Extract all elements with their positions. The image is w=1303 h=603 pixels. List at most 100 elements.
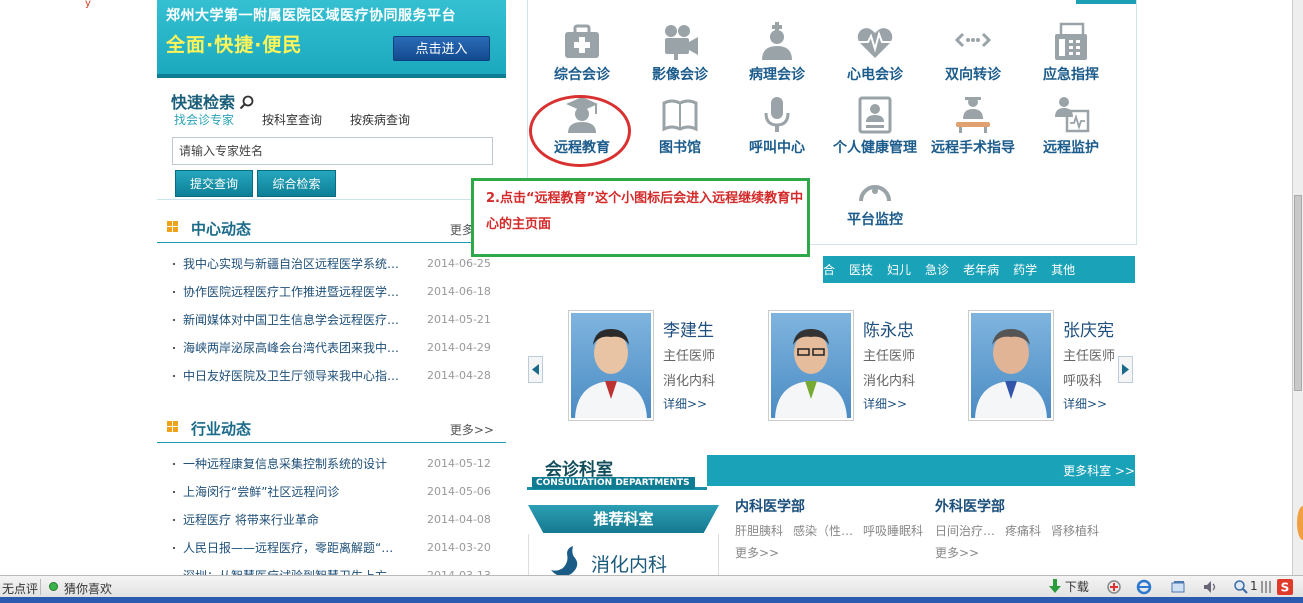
zoom-icon[interactable] xyxy=(1233,579,1249,595)
recommended-department-name[interactable]: 消化内科 xyxy=(591,550,667,577)
news-title[interactable]: 远程医疗 将带来行业革命 xyxy=(183,506,405,534)
list-item[interactable]: 协作医院远程医疗工作推进暨远程医学会议 2014-06-18 xyxy=(157,278,506,306)
news-title[interactable]: 一种远程康复信息采集控制系统的设计 xyxy=(183,450,405,478)
filter-tab[interactable]: 急诊 xyxy=(925,261,949,278)
status-left-text[interactable]: 无点评 xyxy=(2,580,38,597)
service-imaging-consult[interactable]: 影像会诊 xyxy=(631,22,729,84)
speaker-icon[interactable] xyxy=(1202,579,1218,595)
doctor-detail-link[interactable]: 详细>> xyxy=(1063,395,1107,412)
service-platform-monitoring[interactable]: 平台监控 xyxy=(826,167,924,229)
platform-banner[interactable]: 郑州大学第一附属医院区域医疗协同服务平台 全面·快捷·便民 点击进入 xyxy=(157,0,506,78)
service-personal-health[interactable]: 个人健康管理 xyxy=(826,95,924,157)
industry-news-title: 行业动态 xyxy=(191,420,252,438)
doctor-card[interactable]: 陈永忠 主任医师 消化内科 详细>> xyxy=(768,310,943,422)
doctor-detail-link[interactable]: 详细>> xyxy=(663,395,707,412)
department-column-surgical: 外科医学部 日间治疗… 疼痛科 肾移植科 更多>> xyxy=(935,496,1135,561)
doctor-card[interactable]: 李建生 主任医师 消化内科 详细>> xyxy=(568,310,743,422)
doctor-photo[interactable] xyxy=(568,310,654,421)
department-column-internal: 内科医学部 肝胆胰科 感染（性… 呼吸睡眠科 更多>> xyxy=(735,496,935,561)
center-news-list: 我中心实现与新疆自治区远程医学系统互联 2014-06-25 协作医院远程医疗工作… xyxy=(157,250,506,390)
enter-button[interactable]: 点击进入 xyxy=(393,36,490,61)
doctor-name[interactable]: 陈永忠 xyxy=(863,316,914,341)
department-group-more-link[interactable]: 更多>> xyxy=(935,544,1135,561)
download-arrow-icon xyxy=(1049,579,1061,593)
service-label: 心电会诊 xyxy=(847,67,903,83)
department-group-more-link[interactable]: 更多>> xyxy=(735,544,935,561)
service-ecg-consult[interactable]: 心电会诊 xyxy=(826,22,924,84)
department-link[interactable]: 肾移植科 xyxy=(1051,524,1099,538)
news-title[interactable]: 上海闵行“尝鲜”社区远程问诊 xyxy=(183,478,405,506)
service-comprehensive-consult[interactable]: 综合会诊 xyxy=(533,22,631,84)
service-call-center[interactable]: 呼叫中心 xyxy=(728,95,826,157)
news-title[interactable]: 我中心实现与新疆自治区远程医学系统互联 xyxy=(183,250,405,278)
doctor-photo[interactable] xyxy=(768,310,854,421)
list-item[interactable]: 中日友好医院及卫生厅领导来我中心指导工作 2014-04-28 xyxy=(157,362,506,390)
list-item[interactable]: 上海闵行“尝鲜”社区远程问诊 2014-05-06 xyxy=(157,478,506,506)
quick-search-title-text: 快速检索 xyxy=(171,93,236,112)
service-remote-monitoring[interactable]: 远程监护 xyxy=(1022,95,1120,157)
list-item[interactable]: 我中心实现与新疆自治区远程医学系统互联 2014-06-25 xyxy=(157,250,506,278)
tab-find-expert[interactable]: 找会诊专家 xyxy=(174,111,234,128)
list-item[interactable]: 人民日报——远程医疗，零距离解题“看病难” 2014-03-20 xyxy=(157,534,506,562)
department-group-title[interactable]: 外科医学部 xyxy=(935,496,1135,516)
department-link[interactable]: 感染（性… xyxy=(793,524,853,538)
doctor-name[interactable]: 李建生 xyxy=(663,316,714,341)
scrollbar-thumb[interactable] xyxy=(1294,195,1302,391)
department-link[interactable]: 疼痛科 xyxy=(1005,524,1041,538)
department-link[interactable]: 日间治疗… xyxy=(935,524,995,538)
list-item[interactable]: 海峡两岸泌尿高峰会台湾代表团来我中心参观 2014-04-29 xyxy=(157,334,506,362)
industry-news-more-link[interactable]: 更多>> xyxy=(450,421,494,438)
doctor-name[interactable]: 张庆宪 xyxy=(1063,316,1114,341)
list-item[interactable]: 一种远程康复信息采集控制系统的设计 2014-05-12 xyxy=(157,450,506,478)
news-title[interactable]: 人民日报——远程医疗，零距离解题“看病难” xyxy=(183,534,405,562)
doctor-detail-link[interactable]: 详细>> xyxy=(863,395,907,412)
department-group-title[interactable]: 内科医学部 xyxy=(735,496,935,516)
filter-tab[interactable]: 药学 xyxy=(1013,261,1037,278)
floating-widget-edge[interactable] xyxy=(1297,506,1303,540)
ie-browser-icon[interactable] xyxy=(1136,579,1152,595)
expert-name-input[interactable]: 请输入专家姓名 xyxy=(172,137,493,165)
department-link[interactable]: 呼吸睡眠科 xyxy=(863,524,923,538)
sogou-s-icon[interactable]: S xyxy=(1277,579,1293,595)
doctor-icon xyxy=(757,22,797,62)
departments-header-label: 会诊科室 CONSULTATION DEPARTMENTS xyxy=(527,454,707,490)
news-title[interactable]: 海峡两岸泌尿高峰会台湾代表团来我中心参观 xyxy=(183,334,405,362)
filter-tab[interactable]: 其他 xyxy=(1051,261,1075,278)
combined-search-button[interactable]: 综合检索 xyxy=(257,170,336,197)
submit-query-button[interactable]: 提交查询 xyxy=(175,170,253,197)
news-title[interactable]: 新闻媒体对中国卫生信息学会远程医疗会议 xyxy=(183,306,405,334)
doctor-card[interactable]: 张庆宪 主任医师 呼吸科 详细>> xyxy=(968,310,1143,422)
download-button[interactable]: 下载 xyxy=(1049,578,1089,595)
filter-tab[interactable]: 老年病 xyxy=(963,261,999,278)
zoom-level[interactable]: 1 xyxy=(1250,579,1258,593)
department-link[interactable]: 肝胆胰科 xyxy=(735,524,783,538)
filter-tab[interactable]: 医技 xyxy=(849,261,873,278)
browser-status-bar: 无点评 猜你喜欢 下载 1 S xyxy=(0,575,1303,597)
guess-you-like-link[interactable]: 猜你喜欢 xyxy=(64,580,112,597)
surgery-icon xyxy=(953,95,993,135)
recommended-departments-tab[interactable]: 推荐科室 xyxy=(528,505,719,533)
doctor-photo[interactable] xyxy=(968,310,1054,421)
tab-by-department[interactable]: 按科室查询 xyxy=(262,111,322,128)
more-departments-link[interactable]: 更多科室 >> xyxy=(1063,462,1135,479)
service-remote-surgery[interactable]: 远程手术指导 xyxy=(924,95,1022,157)
video-camera-icon xyxy=(660,22,700,62)
resize-grip-icon[interactable] xyxy=(1259,579,1273,595)
add-icon[interactable] xyxy=(1106,579,1122,595)
service-pathology-consult[interactable]: 病理会诊 xyxy=(728,22,826,84)
service-emergency-command[interactable]: 应急指挥 xyxy=(1022,22,1120,84)
window-icon[interactable] xyxy=(1170,579,1186,595)
tab-by-disease[interactable]: 按疾病查询 xyxy=(350,111,410,128)
service-label: 综合会诊 xyxy=(554,67,610,83)
filter-tab[interactable]: 合 xyxy=(823,261,835,278)
news-title[interactable]: 协作医院远程医疗工作推进暨远程医学会议 xyxy=(183,278,405,306)
filter-tab[interactable]: 妇儿 xyxy=(887,261,911,278)
carousel-prev-button[interactable] xyxy=(528,356,543,383)
news-date: 2014-04-08 xyxy=(427,513,491,526)
instruction-callout: 2.点击“远程教育”这个小图标后会进入远程继续教育中心的主页面 xyxy=(471,178,810,257)
list-item[interactable]: 远程医疗 将带来行业革命 2014-04-08 xyxy=(157,506,506,534)
news-title[interactable]: 中日友好医院及卫生厅领导来我中心指导工作 xyxy=(183,362,405,390)
list-item[interactable]: 新闻媒体对中国卫生信息学会远程医疗会议 2014-05-21 xyxy=(157,306,506,334)
service-two-way-referral[interactable]: 双向转诊 xyxy=(924,22,1022,84)
service-library[interactable]: 图书馆 xyxy=(631,95,729,157)
